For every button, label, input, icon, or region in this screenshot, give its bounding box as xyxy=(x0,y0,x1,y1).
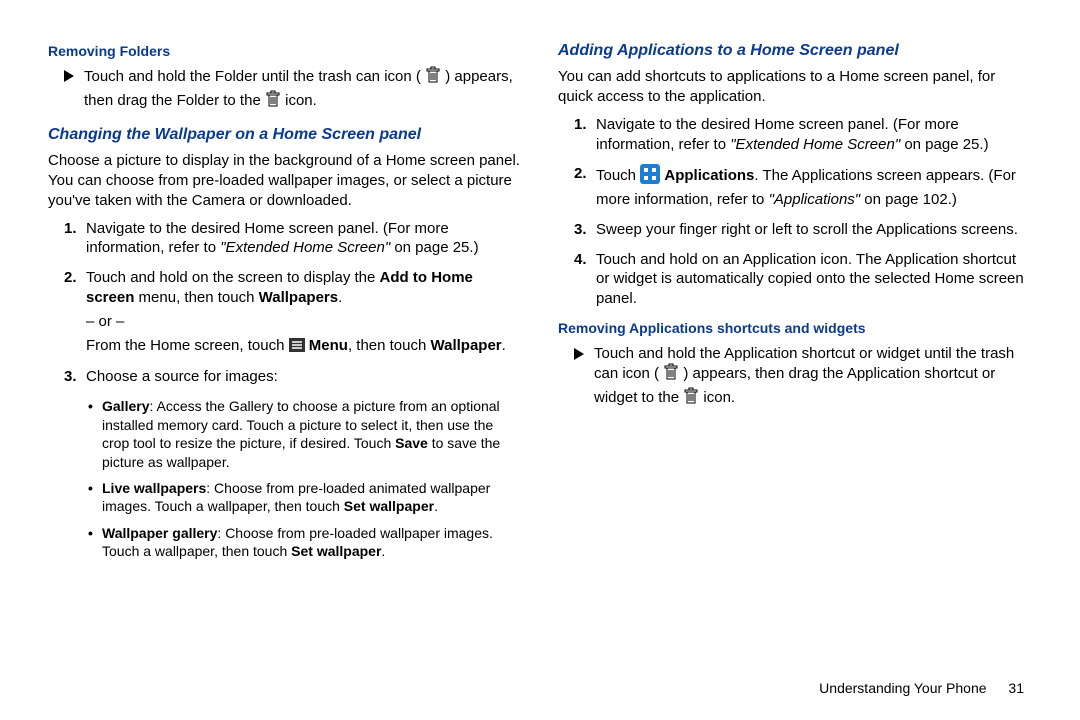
bullet-icon: • xyxy=(88,397,102,471)
heading-removing-folders: Removing Folders xyxy=(48,42,522,60)
cross-reference: "Applications" xyxy=(769,191,861,208)
text-fragment: . xyxy=(502,337,506,354)
rstep-4: 4. Touch and hold on an Application icon… xyxy=(574,250,1032,309)
text-fragment: From the Home screen, touch xyxy=(86,337,289,354)
step-text: Touch Applications. The Applications scr… xyxy=(596,164,1032,210)
step-1: 1. Navigate to the desired Home screen p… xyxy=(64,219,522,259)
menu-icon xyxy=(289,338,305,358)
step-text: Navigate to the desired Home screen pane… xyxy=(596,115,1032,155)
step-number: 4. xyxy=(574,250,596,309)
text-fragment: Touch xyxy=(596,167,640,184)
or-separator: – or – xyxy=(86,312,522,332)
text-fragment: . xyxy=(338,289,342,306)
option-label: Live wallpapers xyxy=(102,480,206,496)
bullet-icon: • xyxy=(88,479,102,516)
step-number: 2. xyxy=(574,164,596,210)
bullet-icon: • xyxy=(88,524,102,561)
text-fragment: . xyxy=(381,543,385,559)
page-number: 31 xyxy=(1008,680,1024,696)
text-fragment: icon. xyxy=(703,389,735,406)
step-number: 1. xyxy=(574,115,596,155)
wallpaper-intro: Choose a picture to display in the backg… xyxy=(48,151,522,210)
trash-icon xyxy=(425,66,441,90)
text-fragment: on page 25.) xyxy=(390,239,478,256)
applications-icon xyxy=(640,164,660,190)
bullet-wpgallery: • Wallpaper gallery: Choose from pre-loa… xyxy=(88,524,522,561)
adding-intro: You can add shortcuts to applications to… xyxy=(558,67,1032,107)
removing-folders-item: Touch and hold the Folder until the tras… xyxy=(64,66,522,114)
step-text: Navigate to the desired Home screen pane… xyxy=(86,219,522,259)
step-number: 1. xyxy=(64,219,86,259)
bullet-text: Wallpaper gallery: Choose from pre-loade… xyxy=(102,524,522,561)
text-fragment: Touch and hold the Folder until the tras… xyxy=(84,68,421,85)
wallpaper-steps: 1. Navigate to the desired Home screen p… xyxy=(64,219,522,388)
removing-apps-item: Touch and hold the Application shortcut … xyxy=(574,344,1032,411)
bullet-text: Live wallpapers: Choose from pre-loaded … xyxy=(102,479,522,516)
rstep-2: 2. Touch Applications. The Applications … xyxy=(574,164,1032,210)
cross-reference: "Extended Home Screen" xyxy=(730,136,900,153)
step-text: Touch and hold on an Application icon. T… xyxy=(596,250,1032,309)
step-2: 2. Touch and hold on the screen to displ… xyxy=(64,268,522,357)
text-fragment: , then touch xyxy=(348,337,431,354)
heading-adding-applications: Adding Applications to a Home Screen pan… xyxy=(558,40,1032,61)
text-fragment: menu, then touch xyxy=(134,289,258,306)
manual-page: Removing Folders Touch and hold the Fold… xyxy=(0,0,1080,720)
step-number: 3. xyxy=(64,367,86,387)
ui-label: Set wallpaper xyxy=(291,543,381,559)
ui-label: Applications xyxy=(664,167,754,184)
triangle-bullet-icon xyxy=(64,70,74,82)
cross-reference: "Extended Home Screen" xyxy=(220,239,390,256)
page-footer: Understanding Your Phone 31 xyxy=(819,680,1024,696)
step-text: Touch and hold on the screen to display … xyxy=(86,268,522,357)
ui-label: Menu xyxy=(309,337,348,354)
step-text: Choose a source for images: xyxy=(86,367,278,387)
option-label: Gallery xyxy=(102,398,149,414)
triangle-bullet-icon xyxy=(574,348,584,360)
bullet-live: • Live wallpapers: Choose from pre-loade… xyxy=(88,479,522,516)
ui-label: Save xyxy=(395,435,428,451)
bullet-text: Gallery: Access the Gallery to choose a … xyxy=(102,397,522,471)
removing-apps-text: Touch and hold the Application shortcut … xyxy=(594,344,1032,411)
rstep-1: 1. Navigate to the desired Home screen p… xyxy=(574,115,1032,155)
removing-folders-text: Touch and hold the Folder until the tras… xyxy=(84,66,522,114)
text-fragment: . xyxy=(434,498,438,514)
footer-section: Understanding Your Phone xyxy=(819,680,986,696)
trash-icon xyxy=(683,387,699,411)
step-3: 3. Choose a source for images: xyxy=(64,367,522,387)
text-fragment: on page 102.) xyxy=(860,191,957,208)
trash-icon xyxy=(663,363,679,387)
text-fragment: Touch and hold on the screen to display … xyxy=(86,269,380,286)
step-text: Sweep your finger right or left to scrol… xyxy=(596,220,1018,240)
rstep-3: 3. Sweep your finger right or left to sc… xyxy=(574,220,1032,240)
heading-changing-wallpaper: Changing the Wallpaper on a Home Screen … xyxy=(48,124,522,145)
ui-label: Wallpaper xyxy=(431,337,502,354)
ui-label: Wallpapers xyxy=(259,289,338,306)
adding-steps: 1. Navigate to the desired Home screen p… xyxy=(574,115,1032,309)
left-column: Removing Folders Touch and hold the Fold… xyxy=(48,40,522,696)
step-number: 3. xyxy=(574,220,596,240)
right-column: Adding Applications to a Home Screen pan… xyxy=(558,40,1032,696)
heading-removing-apps: Removing Applications shortcuts and widg… xyxy=(558,319,1032,337)
trash-icon xyxy=(265,90,281,114)
ui-label: Set wallpaper xyxy=(344,498,434,514)
option-label: Wallpaper gallery xyxy=(102,525,217,541)
text-fragment: on page 25.) xyxy=(900,136,988,153)
step-number: 2. xyxy=(64,268,86,357)
bullet-gallery: • Gallery: Access the Gallery to choose … xyxy=(88,397,522,471)
wallpaper-sources: • Gallery: Access the Gallery to choose … xyxy=(88,397,522,561)
text-fragment: icon. xyxy=(285,92,317,109)
